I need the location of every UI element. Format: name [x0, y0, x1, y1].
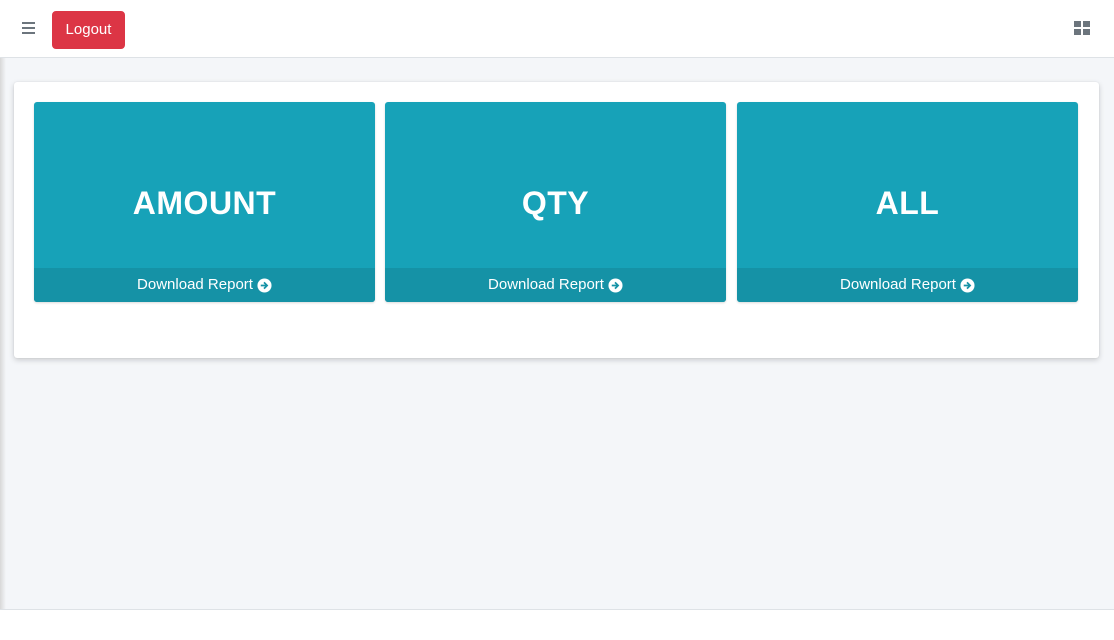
report-box-body: QTY	[385, 102, 726, 268]
reports-card: AMOUNT Download Report QTY Download Repo…	[14, 82, 1099, 358]
arrow-circle-right-icon	[608, 277, 623, 293]
download-report-link[interactable]: Download Report	[34, 268, 375, 302]
report-box-qty: QTY Download Report	[385, 102, 726, 302]
report-box-body: AMOUNT	[34, 102, 375, 268]
download-report-label: Download Report	[137, 276, 253, 293]
download-report-link[interactable]: Download Report	[737, 268, 1078, 302]
sidebar-edge	[0, 0, 6, 640]
logout-button[interactable]: Logout	[52, 11, 125, 49]
report-box-amount: AMOUNT Download Report	[34, 102, 375, 302]
page-footer	[0, 609, 1114, 640]
report-title: AMOUNT	[132, 185, 277, 221]
report-title: QTY	[521, 185, 590, 221]
arrow-circle-right-icon	[257, 277, 272, 293]
report-box-all: ALL Download Report	[737, 102, 1078, 302]
download-report-link[interactable]: Download Report	[385, 268, 726, 302]
download-report-label: Download Report	[488, 276, 604, 293]
report-title: ALL	[875, 185, 940, 221]
download-report-label: Download Report	[840, 276, 956, 293]
arrow-circle-right-icon	[960, 277, 975, 293]
bars-icon[interactable]	[20, 20, 38, 36]
top-navbar: Logout	[0, 0, 1114, 58]
th-large-icon[interactable]	[1074, 21, 1090, 35]
report-box-body: ALL	[737, 102, 1078, 268]
